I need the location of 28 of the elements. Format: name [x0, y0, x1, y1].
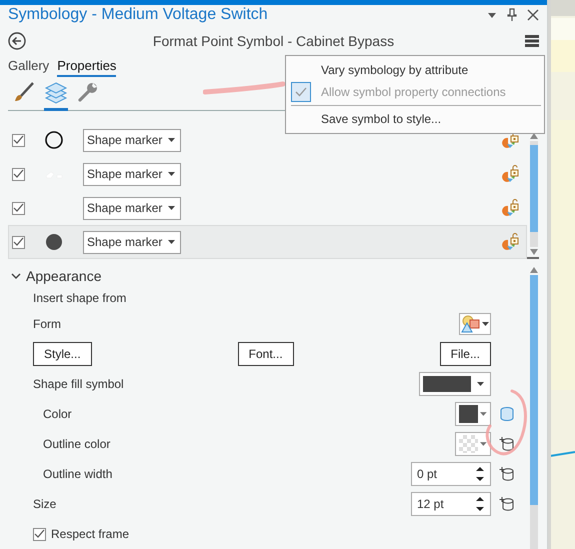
menu-item[interactable]: Save symbol to style... — [289, 108, 541, 130]
layer-row[interactable]: Shape marker — [8, 225, 527, 259]
field-label: Color — [43, 407, 72, 421]
insert-button[interactable]: Font... — [238, 342, 294, 366]
checkbox-label: Respect frame — [51, 527, 130, 541]
field-label: Outline color — [43, 437, 110, 451]
number-field[interactable]: 12 pt — [411, 492, 491, 516]
field-label: Size — [33, 497, 56, 511]
field-label: Form — [33, 317, 61, 331]
layer-row[interactable]: Shape marker — [8, 191, 527, 225]
menu-item[interactable]: Vary symbology by attribute — [289, 59, 541, 81]
marker-type-dropdown[interactable]: Shape marker — [83, 196, 181, 220]
insert-button[interactable]: File... — [440, 342, 491, 366]
number-field[interactable]: 0 pt — [411, 462, 491, 486]
marker-type-dropdown[interactable]: Shape marker — [83, 230, 181, 254]
field-label: Outline width — [43, 467, 112, 481]
marker-type-dropdown[interactable]: Shape marker — [83, 128, 181, 152]
insert-button[interactable]: Style... — [33, 342, 92, 366]
tab[interactable]: Properties — [57, 56, 116, 77]
field-label: Shape fill symbol — [33, 377, 124, 391]
tab[interactable]: Gallery — [8, 56, 50, 77]
window-title: Symbology - Medium Voltage Switch — [8, 6, 268, 24]
section-title: Appearance — [26, 268, 102, 284]
field-label: Insert shape from — [33, 291, 126, 305]
symbol-title: Format Point Symbol - Cabinet Bypass — [152, 32, 394, 49]
layer-row[interactable]: Shape marker — [8, 157, 527, 191]
appearance-header[interactable]: Appearance — [8, 265, 527, 287]
marker-type-dropdown[interactable]: Shape marker — [83, 162, 181, 186]
